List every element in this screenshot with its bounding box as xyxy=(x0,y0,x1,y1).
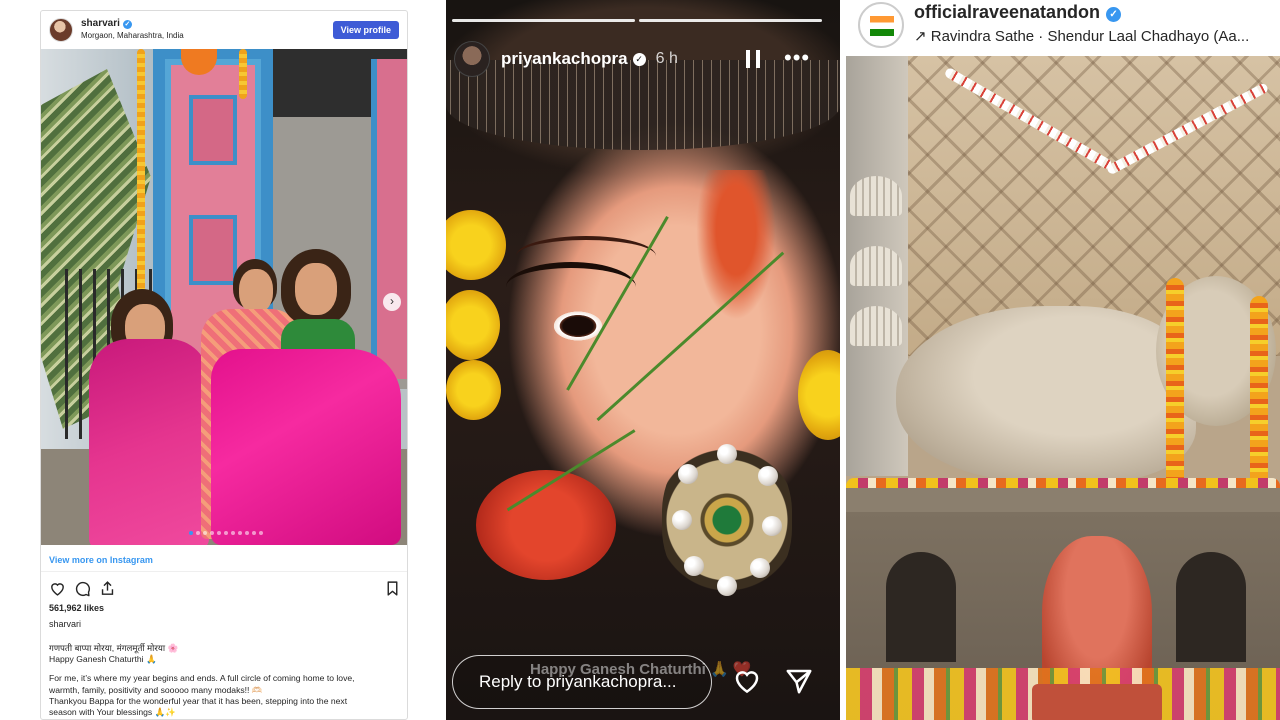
photo-right-pillar xyxy=(371,59,407,379)
collage: sharvari ✓ Morgaon, Maharashtra, India V… xyxy=(0,0,1280,720)
lotus-carving xyxy=(850,176,902,216)
story-progress-bar xyxy=(639,19,822,22)
pearl xyxy=(717,576,737,596)
caption-gap xyxy=(49,665,399,673)
story-timestamp: 6 h xyxy=(655,50,678,67)
saree xyxy=(211,349,401,545)
post-photo[interactable]: › xyxy=(41,49,407,545)
chevron-right-icon[interactable]: › xyxy=(383,293,401,311)
heart-icon[interactable] xyxy=(49,580,66,597)
carousel-dot xyxy=(196,531,200,535)
pearl xyxy=(717,444,737,464)
share-icon[interactable] xyxy=(99,580,116,597)
post-user-info: sharvari ✓ Morgaon, Maharashtra, India xyxy=(81,18,184,42)
send-icon[interactable] xyxy=(784,666,814,696)
niche-arch xyxy=(886,552,956,662)
marigold-mala xyxy=(1250,296,1268,496)
avatar[interactable] xyxy=(858,2,904,48)
comment-icon[interactable] xyxy=(74,580,91,597)
story-username[interactable]: priyankachopra xyxy=(501,49,628,69)
stone-ledge xyxy=(846,488,1280,514)
clay-ganesha-base xyxy=(1032,684,1162,720)
carousel-dots xyxy=(189,531,263,535)
door-panel xyxy=(189,215,237,285)
carousel-dot xyxy=(189,531,193,535)
location[interactable]: Morgaon, Maharashtra, India xyxy=(81,30,184,42)
verified-icon: ✓ xyxy=(122,19,132,29)
heart-icon[interactable] xyxy=(732,666,762,696)
avatar[interactable] xyxy=(49,18,73,42)
caption-line: For me, it’s where my year begins and en… xyxy=(49,673,355,684)
marigold-garland xyxy=(137,49,145,309)
niche-arch xyxy=(1176,552,1246,662)
story-progress-bar xyxy=(452,19,635,22)
reply-input[interactable]: Reply to priyankachopra... xyxy=(452,655,712,709)
username-row: officialraveenatandon ✓ xyxy=(914,2,1122,23)
more-icon[interactable]: ••• xyxy=(784,47,810,69)
view-profile-button[interactable]: View profile xyxy=(332,21,399,39)
raveena-post: officialraveenatandon ✓ ↗ Ravindra Sathe … xyxy=(846,0,1280,720)
story-tilak xyxy=(696,170,776,320)
post-photo[interactable] xyxy=(846,56,1280,720)
saree xyxy=(89,339,209,545)
carousel-dot xyxy=(203,531,207,535)
flower xyxy=(446,360,501,420)
username[interactable]: officialraveenatandon xyxy=(914,2,1100,22)
post-caption: गणपती बाप्पा मोरया, मंगलमूर्ती मोरया 🌸 H… xyxy=(49,643,399,718)
username-row: sharvari ✓ xyxy=(81,18,184,30)
avatar[interactable] xyxy=(454,41,490,77)
instagram-story[interactable]: priyankachopra ✓ 6 h ••• Happy Ganesh Ch… xyxy=(446,0,840,720)
carousel-dot xyxy=(231,531,235,535)
pearl xyxy=(750,558,770,578)
face xyxy=(295,263,337,315)
carousel-dot xyxy=(224,531,228,535)
pause-icon[interactable] xyxy=(746,50,760,68)
bookmark-icon[interactable] xyxy=(384,580,401,597)
carousel-dot xyxy=(238,531,242,535)
pearl xyxy=(678,464,698,484)
story-eye xyxy=(532,296,622,348)
verified-icon: ✓ xyxy=(632,52,646,66)
stone-ganesha xyxy=(896,266,1276,486)
verified-icon: ✓ xyxy=(1106,7,1122,22)
lotus-carving xyxy=(850,306,902,346)
pearl xyxy=(672,510,692,530)
story-nose-ornament xyxy=(662,440,792,600)
pearl xyxy=(684,556,704,576)
username[interactable]: sharvari xyxy=(81,18,120,30)
caption-line: Happy Ganesh Chaturthi 🙏 xyxy=(49,654,157,665)
carousel-dot xyxy=(245,531,249,535)
story-header: priyankachopra ✓ 6 h xyxy=(454,40,834,78)
instagram-embed-post: sharvari ✓ Morgaon, Maharashtra, India V… xyxy=(40,10,408,720)
pearl xyxy=(762,516,782,536)
india-flag-icon xyxy=(870,16,894,36)
caption-line: Thankyou Bappa for the wonderful year th… xyxy=(49,695,348,706)
caption-line: warmth, family, positivity and sooooo ma… xyxy=(49,684,263,695)
carousel-dot xyxy=(210,531,214,535)
post-actions xyxy=(49,578,401,598)
carousel-dot xyxy=(252,531,256,535)
divider xyxy=(41,571,407,572)
pearl xyxy=(758,466,778,486)
caption-line: season with Your blessings 🙏✨ xyxy=(49,707,176,718)
marigold-garland xyxy=(239,49,247,99)
ganesha-body xyxy=(896,306,1196,481)
post-header: sharvari ✓ Morgaon, Maharashtra, India V… xyxy=(41,11,407,49)
carousel-dot xyxy=(217,531,221,535)
face xyxy=(239,269,273,313)
carousel-dot xyxy=(259,531,263,535)
post-header: officialraveenatandon ✓ ↗ Ravindra Sathe … xyxy=(846,0,1280,54)
likes-count[interactable]: 561,962 likes xyxy=(49,603,104,613)
lotus-carving xyxy=(850,246,902,286)
caption-username[interactable]: sharvari xyxy=(49,619,81,629)
door-panel xyxy=(189,95,237,165)
caption-line: गणपती बाप्पा मोरया, मंगलमूर्ती मोरया 🌸 xyxy=(49,643,179,653)
music-label[interactable]: ↗ Ravindra Sathe · Shendur Laal Chadhayo… xyxy=(914,27,1249,45)
